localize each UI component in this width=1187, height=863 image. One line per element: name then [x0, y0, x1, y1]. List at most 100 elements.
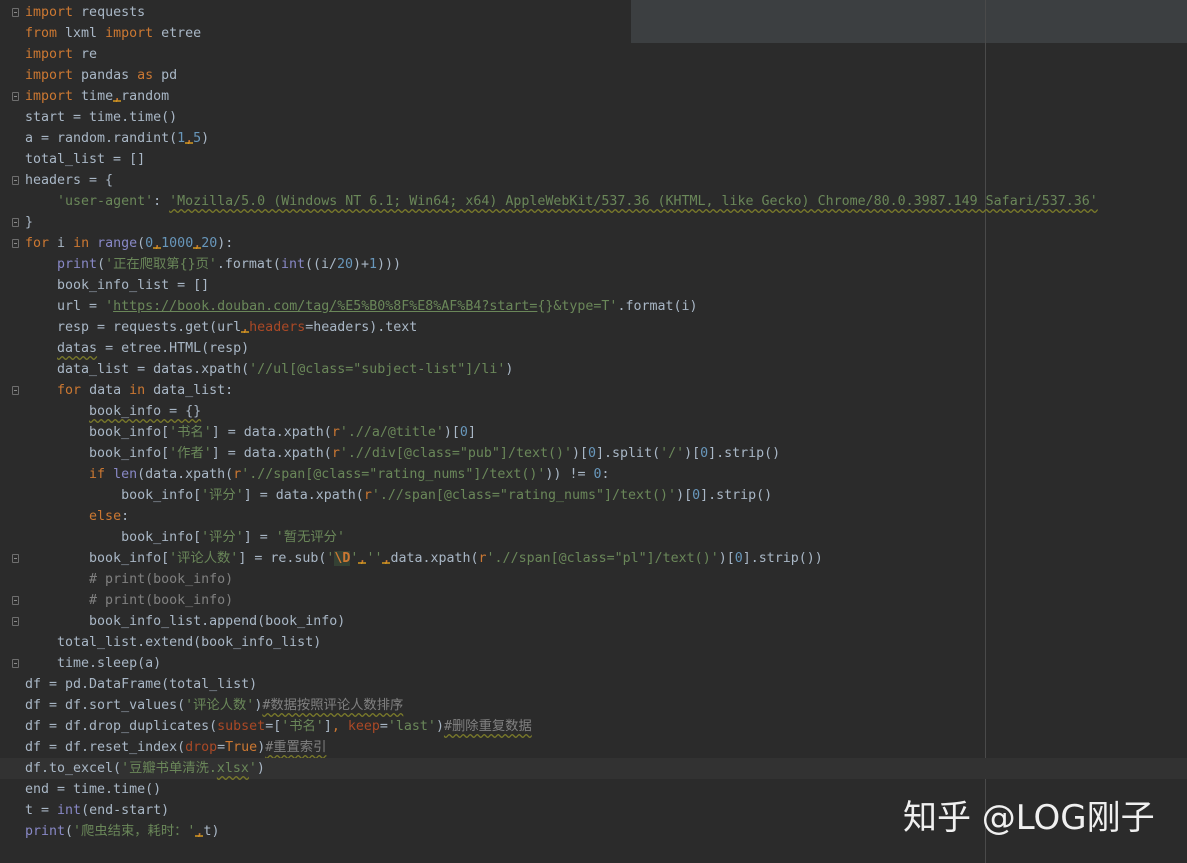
code-token: 0 [692, 488, 701, 503]
code-token: 'last' [387, 719, 436, 734]
code-token: https://book.douban.com/tag/%E5%B0%8F%E8… [113, 299, 538, 314]
code-token: df.to_excel( [25, 761, 122, 776]
code-token: 'user-agent' [57, 194, 154, 209]
code-line[interactable]: book_info['作者'] = data.xpath(r'.//div[@c… [0, 443, 1187, 464]
code-line[interactable]: import re [0, 44, 1187, 65]
code-token: , [153, 236, 162, 251]
code-token: book_info[ [25, 551, 170, 566]
code-token: ] = data.xpath( [211, 425, 332, 440]
code-line[interactable]: for data in data_list: [0, 380, 1187, 401]
code-token: datas [57, 341, 98, 356]
code-line[interactable]: data_list = datas.xpath('//ul[@class="su… [0, 359, 1187, 380]
code-line[interactable]: total_list.extend(book_info_list) [0, 632, 1187, 653]
code-token: 1000 [161, 236, 194, 251]
code-token: ) [505, 362, 514, 377]
code-token: book_info = {} [89, 404, 202, 419]
code-token: df = df.drop_duplicates( [25, 719, 218, 734]
code-line[interactable]: datas = etree.HTML(resp) [0, 338, 1187, 359]
code-token: : [121, 509, 130, 524]
code-line[interactable]: book_info_list = [] [0, 275, 1187, 296]
code-token: book_info[ [25, 488, 202, 503]
code-token: random [121, 89, 170, 104]
code-line[interactable]: df = pd.DataFrame(total_list) [0, 674, 1187, 695]
code-token: ].strip()) [742, 551, 823, 566]
code-token: ].strip() [700, 488, 773, 503]
code-token: from [25, 26, 58, 41]
code-token: '正在爬取第{}页' [105, 257, 217, 272]
code-token: print [57, 257, 98, 272]
code-line[interactable]: print('正在爬取第{}页'.format(int((i/20)+1))) [0, 254, 1187, 275]
code-line[interactable]: a = random.randint(1,5) [0, 128, 1187, 149]
code-line[interactable]: book_info_list.append(book_info) [0, 611, 1187, 632]
code-token: = etree.HTML(resp) [97, 341, 250, 356]
code-line[interactable]: import pandas as pd [0, 65, 1187, 86]
code-token: '评论人数' [169, 551, 239, 566]
code-token: )[ [718, 551, 735, 566]
code-line[interactable]: import requests [0, 2, 1187, 23]
code-line[interactable]: # print(book_info) [0, 590, 1187, 611]
code-token: , [193, 236, 202, 251]
code-token: len [113, 467, 138, 482]
code-token: book_info[ [25, 530, 202, 545]
code-token: headers = { [25, 173, 114, 188]
code-line[interactable]: df.to_excel('豆瓣书单清洗.xlsx') [0, 758, 1187, 779]
code-token: 0 [734, 551, 743, 566]
code-line[interactable]: book_info = {} [0, 401, 1187, 422]
code-editor[interactable]: import requests from lxml import etree imp… [0, 0, 1187, 863]
code-token: ] [323, 719, 332, 734]
code-line[interactable]: 'user-agent': 'Mozilla/5.0 (Windows NT 6… [0, 191, 1187, 212]
code-token: )[ [443, 425, 460, 440]
code-token: './/span[@class="pl"]/text()' [486, 551, 719, 566]
code-token: 0 [588, 446, 597, 461]
code-token: ( [97, 257, 106, 272]
code-token: r [478, 551, 487, 566]
code-token: data [81, 383, 130, 398]
code-token: data_list: [145, 383, 234, 398]
code-token: re [73, 47, 98, 62]
code-line[interactable]: import time,random [0, 86, 1187, 107]
code-line[interactable]: book_info['评分'] = data.xpath(r'.//span[@… [0, 485, 1187, 506]
code-line[interactable]: book_info['评分'] = '暂无评分' [0, 527, 1187, 548]
code-line[interactable]: time.sleep(a) [0, 653, 1187, 674]
code-line[interactable]: resp = requests.get(url,headers=headers)… [0, 317, 1187, 338]
code-token: t = [25, 803, 58, 818]
code-line[interactable]: book_info['评论人数'] = re.sub('\D','',data.… [0, 548, 1187, 569]
code-line[interactable]: from lxml import etree [0, 23, 1187, 44]
code-line[interactable]: } [0, 212, 1187, 233]
code-token: time.sleep(a) [25, 656, 162, 671]
code-token: 1 [177, 131, 186, 146]
code-token: =[ [265, 719, 282, 734]
code-token: .format( [216, 257, 281, 272]
code-line[interactable]: df = df.drop_duplicates(subset=['书名'], k… [0, 716, 1187, 737]
code-token: '评分' [201, 488, 244, 503]
code-token: '//ul[@class="subject-list"]/li' [249, 362, 506, 377]
code-token: start = time.time() [25, 110, 178, 125]
code-token: book_info_list.append(book_info) [25, 614, 346, 629]
code-line[interactable]: book_info['书名'] = data.xpath(r'.//a/@tit… [0, 422, 1187, 443]
code-token: '书名' [281, 719, 324, 734]
code-token: df = pd.DataFrame(total_list) [25, 677, 258, 692]
code-token: import [25, 47, 74, 62]
code-line[interactable]: # print(book_info) [0, 569, 1187, 590]
code-token: pandas [73, 68, 138, 83]
code-line[interactable]: total_list = [] [0, 149, 1187, 170]
code-line[interactable]: if len(data.xpath(r'.//span[@class="rati… [0, 464, 1187, 485]
code-line[interactable]: for i in range(0,1000,20): [0, 233, 1187, 254]
code-line[interactable]: df = df.sort_values('评论人数')#数据按照评论人数排序 [0, 695, 1187, 716]
code-token: '' [366, 551, 383, 566]
code-line[interactable]: headers = { [0, 170, 1187, 191]
code-token: } [25, 215, 34, 230]
code-token: {}&type=T' [537, 299, 618, 314]
code-line[interactable]: df = df.reset_index(drop=True)#重置索引 [0, 737, 1187, 758]
code-token: lxml [57, 26, 106, 41]
code-token: data_list = datas.xpath( [25, 362, 250, 377]
code-line[interactable]: url = 'https://book.douban.com/tag/%E5%B… [0, 296, 1187, 317]
code-line[interactable]: start = time.time() [0, 107, 1187, 128]
code-token: '/' [660, 446, 685, 461]
code-token: ' [105, 299, 114, 314]
code-line[interactable]: else: [0, 506, 1187, 527]
code-token: a = random.randint( [25, 131, 178, 146]
